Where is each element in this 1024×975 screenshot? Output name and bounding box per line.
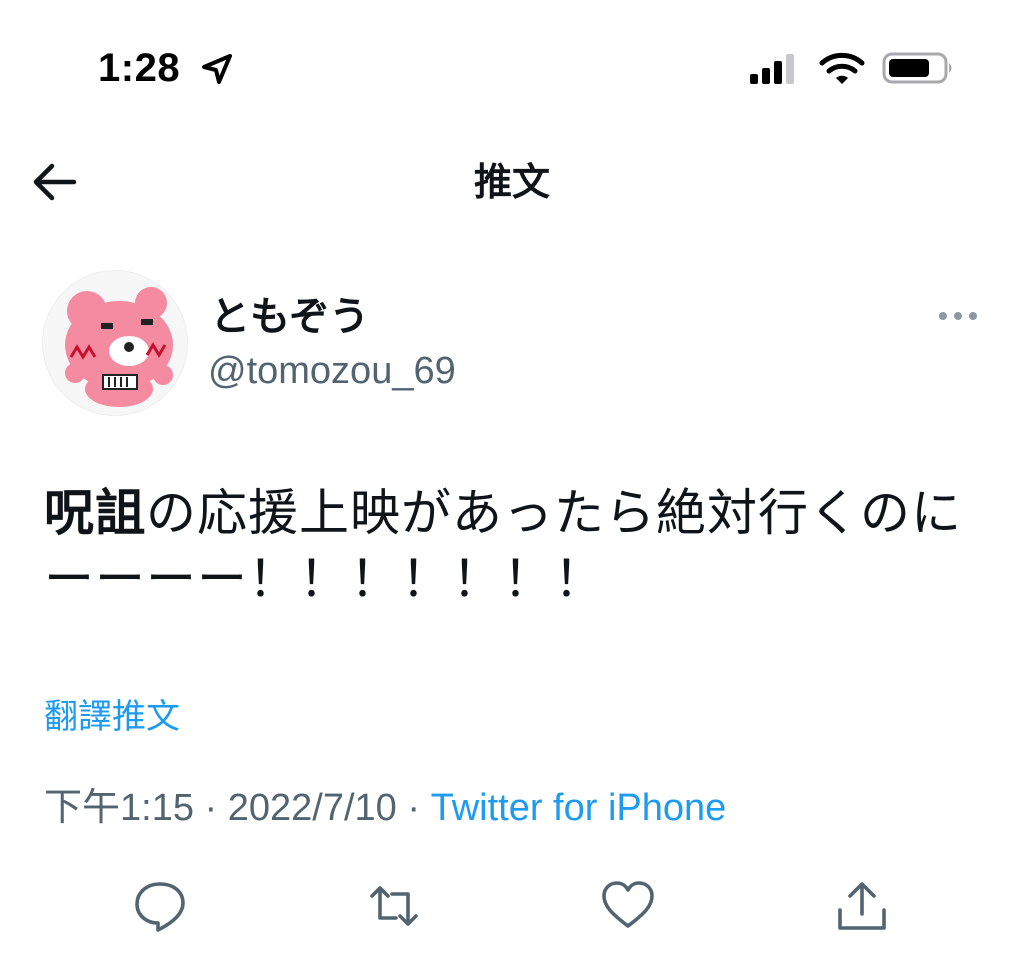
meta-separator: ·	[204, 787, 218, 829]
avatar-bear-image	[43, 271, 187, 415]
tweet-date: 2022/7/10	[227, 787, 397, 829]
meta-separator: ·	[407, 787, 421, 829]
reply-icon[interactable]	[132, 878, 188, 934]
status-time: 1:28	[98, 46, 181, 90]
cellular-signal-icon	[750, 54, 794, 84]
tweet-text-bold: 呪詛	[44, 484, 146, 542]
tweet-text: 呪詛の応援上映があったら絶対行くのにーーーー！！！！！！！	[44, 480, 994, 612]
more-options-icon[interactable]	[936, 306, 980, 326]
battery-icon	[882, 52, 952, 84]
page-title: 推文	[473, 160, 550, 204]
location-arrow-icon	[202, 54, 232, 84]
tweet-time: 下午1:15	[44, 787, 194, 829]
tweet-text-rest: の応援上映があったら絶対行くのにーーーー！！！！！！！	[44, 484, 962, 608]
heart-icon[interactable]	[600, 878, 656, 934]
tweet-source-link[interactable]: Twitter for iPhone	[431, 787, 727, 829]
tweet-detail-screen: 1:28 推文 ともぞう @tomozou_69 呪詛の応援上映があったら絶対行…	[0, 0, 1024, 975]
avatar[interactable]	[42, 270, 188, 416]
wifi-icon	[819, 52, 865, 84]
translate-tweet-link[interactable]: 翻譯推文	[44, 694, 180, 740]
display-name[interactable]: ともぞう	[210, 292, 369, 342]
tweet-metadata: 下午1:15 · 2022/7/10 · Twitter for iPhone	[44, 784, 726, 832]
share-icon[interactable]	[834, 878, 890, 934]
user-handle[interactable]: @tomozou_69	[208, 348, 456, 394]
retweet-icon[interactable]	[366, 878, 422, 934]
